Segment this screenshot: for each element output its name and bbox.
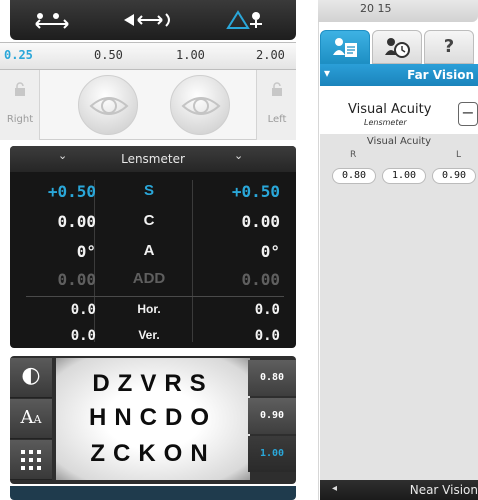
top-toolbar [10,0,296,40]
vertical-label: Ver. [138,328,160,342]
left-horizontal-value[interactable]: 0.0 [194,302,280,318]
add-label: ADD [132,270,166,287]
far-vision-label: Far Vision [407,68,474,82]
top-right-text: 20 15 [360,2,392,15]
right-lock-panel[interactable]: Right [0,70,40,140]
eye-selector: Right Left [0,70,296,140]
chart-footer [10,486,296,500]
right-cylinder-value[interactable]: 0.00 [10,212,96,231]
chevron-down-icon[interactable]: ⌄ [234,149,243,162]
right-eye-label: Right [6,114,34,125]
left-add-value[interactable]: 0.00 [194,270,280,289]
exam-tabs: ? [320,30,478,64]
distance-option[interactable]: 0.50 [94,48,123,62]
right-horizontal-value[interactable]: 0.0 [10,302,96,318]
lensmeter-header[interactable]: ⌄ Lensmeter ⌄ [10,146,296,172]
near-vision-label: Near Vision [409,483,478,497]
optotype-line: HNCDO [89,404,217,431]
distance-option[interactable]: 0.25 [4,48,33,62]
lensmeter-row-sphere: +0.50 S +0.50 [10,182,296,206]
left-sphere-value[interactable]: +0.50 [194,182,280,201]
lensmeter-row-vertical: 0.0 Ver. 0.0 [10,328,296,352]
collapse-button[interactable]: − [458,102,478,126]
lock-icon [272,82,282,96]
left-axis-value[interactable]: 0° [194,242,280,261]
horizontal-label: Hor. [137,302,161,316]
grid-title: Visual Acuity [366,136,432,147]
right-sphere-value[interactable]: +0.50 [10,182,96,201]
visual-acuity-grid: Visual Acuity R L 0.80 1.00 0.90 [320,134,478,480]
eye-icon [181,97,221,115]
chart-grid-icon[interactable] [10,440,52,480]
chevron-left-icon: ◂ [332,483,338,494]
right-eye-button[interactable] [78,75,138,135]
acuity-value-right[interactable]: 0.80 [332,168,376,184]
lensmeter-row-horizontal: 0.0 Hor. 0.0 [10,302,296,326]
left-lock-panel[interactable]: Left [256,70,296,140]
acuity-value-left[interactable]: 0.90 [432,168,476,184]
optotype-line: DZVRS [92,370,214,397]
distance-toggle-icon[interactable] [118,8,178,32]
section-title: Visual Acuity [348,102,432,117]
left-cylinder-value[interactable]: 0.00 [194,212,280,231]
column-header-left: L [456,150,462,160]
right-add-value[interactable]: 0.00 [10,270,96,289]
distance-option[interactable]: 2.00 [256,48,285,62]
chevron-down-icon: ▾ [324,66,331,80]
left-eye-label: Left [267,114,287,125]
lock-icon [15,82,25,96]
optotype-line: ZCKON [90,440,216,467]
left-eye-button[interactable] [170,75,230,135]
section-subtitle: Lensmeter [364,118,407,127]
acuity-option-selected[interactable]: 1.00 [248,436,296,472]
axis-label: A [143,242,155,259]
lensmeter-row-axis: 0° A 0° [10,242,296,266]
lensmeter-title: Lensmeter [121,152,185,166]
visual-acuity-section: Visual Acuity Lensmeter − [320,94,478,134]
contrast-icon[interactable]: ◐ [10,358,52,398]
tab-patient-record[interactable] [320,30,370,64]
right-axis-value[interactable]: 0° [10,242,96,261]
patient-record-icon [333,38,357,57]
near-vision-bar[interactable]: ◂ Near Vision [320,480,478,500]
tab-history[interactable] [372,30,422,64]
chart-warning-icon[interactable] [222,8,268,32]
left-vertical-value[interactable]: 0.0 [194,328,280,344]
cylinder-label: C [143,212,155,229]
top-right-toolbar: 20 15 [318,0,478,22]
distance-option[interactable]: 1.00 [176,48,205,62]
acuity-value-both[interactable]: 1.00 [382,168,426,184]
distance-scale: 0.25 0.50 1.00 2.00 [0,42,296,70]
right-vertical-value[interactable]: 0.0 [10,328,96,344]
tab-help[interactable]: ? [424,30,474,64]
column-header-right: R [350,150,357,160]
font-size-icon[interactable]: AA [10,399,52,439]
history-icon [385,38,410,58]
far-vision-bar[interactable]: ▾ Far Vision [320,64,478,86]
sphere-label: S [143,182,154,199]
eye-icon [89,97,129,115]
acuity-option[interactable]: 0.90 [248,398,296,434]
optotype-chart[interactable]: DZVRS HNCDO ZCKON [56,358,250,480]
lensmeter-row-cylinder: 0.00 C 0.00 [10,212,296,236]
divider [26,296,284,297]
eyes-swap-icon[interactable] [30,8,74,32]
lensmeter-row-add: 0.00 ADD 0.00 [10,270,296,294]
acuity-option[interactable]: 0.80 [248,360,296,396]
